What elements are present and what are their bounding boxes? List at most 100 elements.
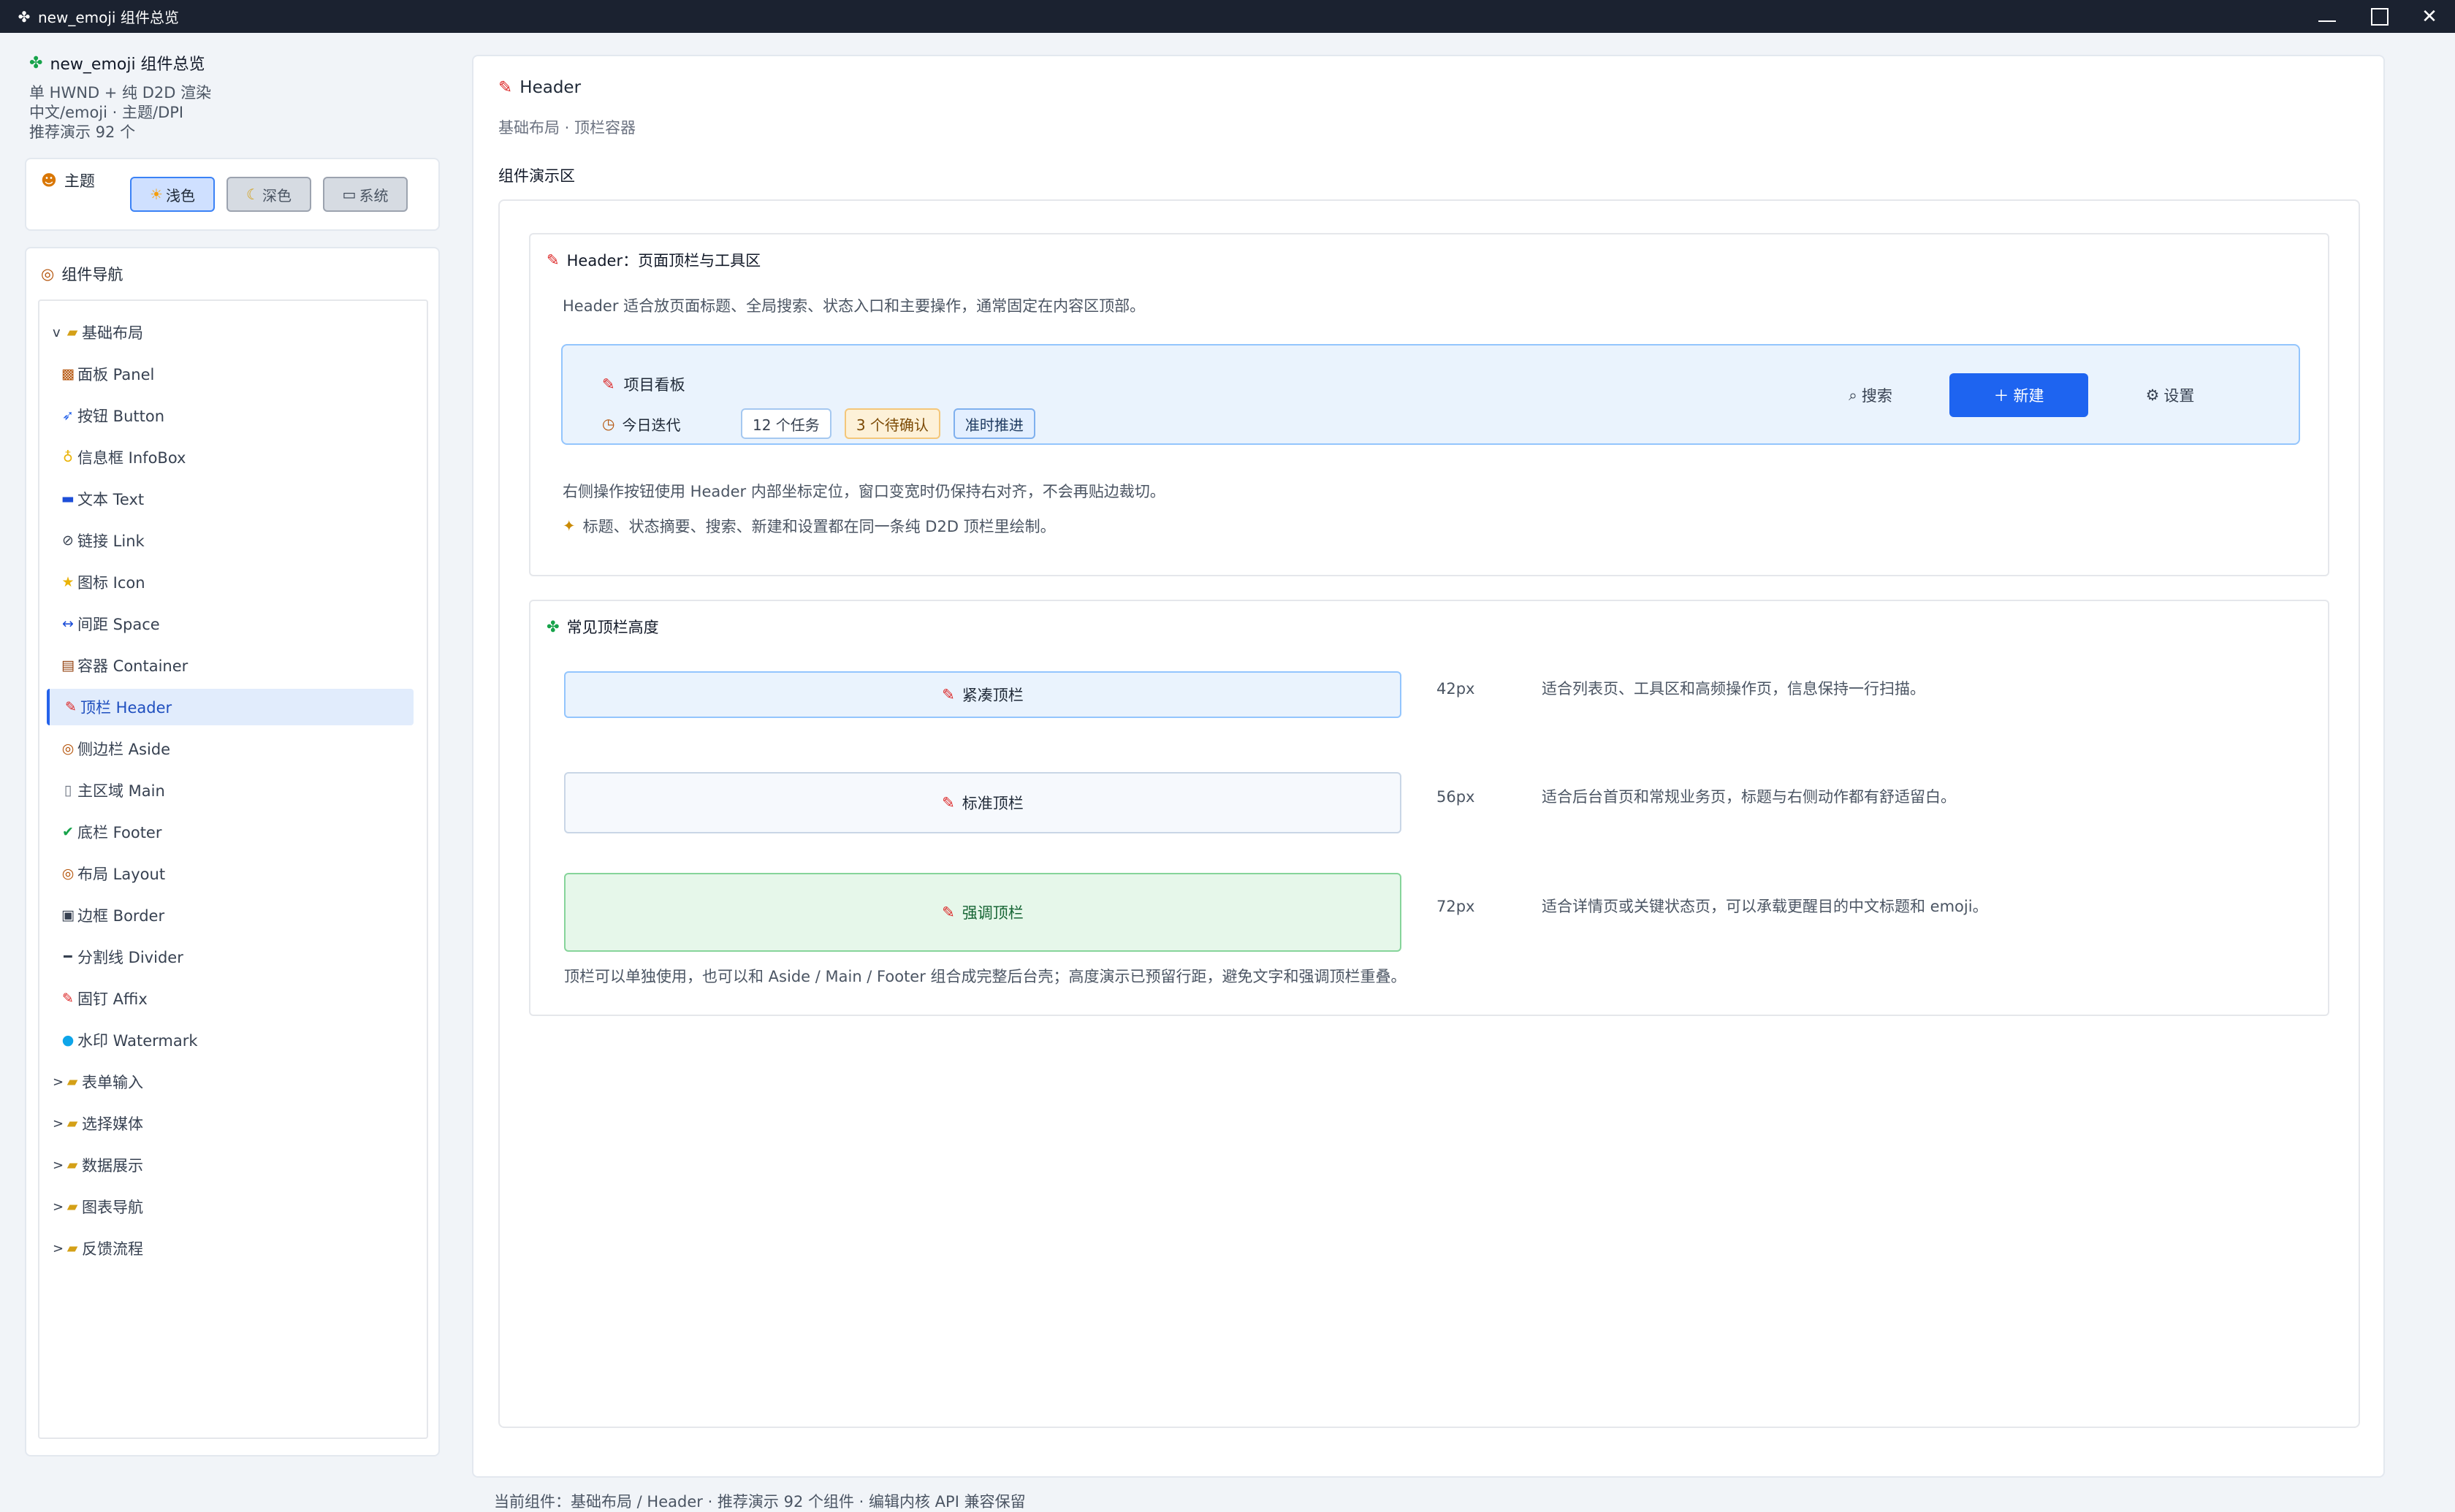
nav-item-watermark[interactable]: ● 水印 Watermark xyxy=(47,1022,414,1058)
window-title: new_emoji 组件总览 xyxy=(38,9,179,26)
maximize-button[interactable] xyxy=(2354,0,2405,33)
search-button[interactable]: ⌕ 搜索 xyxy=(1827,373,1914,417)
theme-light-button[interactable]: ☀ 浅色 xyxy=(130,177,215,212)
chevron-right-icon: > xyxy=(53,1157,64,1173)
theme-option-label: 系统 xyxy=(359,186,389,205)
nav-item-aside[interactable]: ◎ 侧边栏 Aside xyxy=(47,730,414,767)
text-icon: ▬ xyxy=(61,491,75,507)
nav-item-text[interactable]: ▬ 文本 Text xyxy=(47,481,414,517)
section-description: Header 适合放页面标题、全局搜索、状态入口和主要操作，通常固定在内容区顶部… xyxy=(563,297,1146,315)
puzzle-icon: ✤ xyxy=(547,618,560,635)
status-badge: 3 个待确认 xyxy=(844,408,940,439)
folder-icon: ▰ xyxy=(66,1157,78,1173)
header-section: ✎ Header：页面顶栏与工具区 Header 适合放页面标题、全局搜索、状态… xyxy=(529,233,2329,576)
nav-item-label: 反馈流程 xyxy=(82,1240,143,1258)
nav-item-link[interactable]: ⊘ 链接 Link xyxy=(47,522,414,559)
nav-group-form-input[interactable]: > ▰ 表单输入 xyxy=(47,1064,414,1100)
laptop-icon: ▭ xyxy=(342,186,357,203)
folder-icon: ▰ xyxy=(66,1240,78,1256)
nav-item-container[interactable]: ▤ 容器 Container xyxy=(47,647,414,684)
nav-item-space[interactable]: ↔ 间距 Space xyxy=(47,606,414,642)
nav-item-header[interactable]: ✎ 顶栏 Header xyxy=(47,689,414,725)
nav-group-basic-layout[interactable]: v ▰ 基础布局 xyxy=(47,314,414,351)
nav-item-label: 布局 Layout xyxy=(77,866,166,883)
demo-area: ✎ Header：页面顶栏与工具区 Header 适合放页面标题、全局搜索、状态… xyxy=(498,199,2360,1428)
chevron-right-icon: > xyxy=(53,1240,64,1256)
nav-item-divider[interactable]: ━ 分割线 Divider xyxy=(47,939,414,975)
nav-item-label: 水印 Watermark xyxy=(77,1032,198,1050)
nav-group-chart-nav[interactable]: > ▰ 图表导航 xyxy=(47,1188,414,1225)
nav-item-label: 固钉 Affix xyxy=(77,990,148,1008)
emphasis-header-sample: ✎ 强调顶栏 xyxy=(564,873,1401,952)
demo-header-bar: ✎ 项目看板 ◷ 今日迭代 12 个任务 3 个待确认 准时推进 ⌕ 搜索 ＋ … xyxy=(561,344,2300,445)
compass-icon: ◎ xyxy=(61,866,75,882)
drop-icon: ● xyxy=(61,1032,75,1048)
nav-item-footer[interactable]: ✔ 底栏 Footer xyxy=(47,814,414,850)
nav-item-label: 容器 Container xyxy=(77,657,189,675)
pin-icon: ✎ xyxy=(547,251,560,269)
nav-item-label: 按钮 Button xyxy=(77,408,165,425)
breadcrumb: 基础布局 · 顶栏容器 xyxy=(498,119,636,137)
settings-label: 设置 xyxy=(2163,387,2195,405)
nav-item-main[interactable]: ▯ 主区域 Main xyxy=(47,772,414,809)
pin-icon: ✎ xyxy=(62,990,74,1007)
nav-group-select-media[interactable]: > ▰ 选择媒体 xyxy=(47,1105,414,1142)
border-icon: ▣ xyxy=(61,907,75,923)
app-desc-line: 推荐演示 92 个 xyxy=(29,123,136,141)
nav-item-label: 基础布局 xyxy=(82,324,143,342)
page-icon: ▯ xyxy=(64,782,72,798)
theme-panel: ☻ 主题 ☀ 浅色 ☾ 深色 ▭ 系统 xyxy=(25,158,440,231)
panel-icon: ▩ xyxy=(61,366,75,382)
palette-icon: ☻ xyxy=(41,172,57,189)
space-icon: ↔ xyxy=(62,616,74,632)
pin-icon: ✎ xyxy=(602,375,615,393)
settings-button[interactable]: ⚙ 设置 xyxy=(2126,373,2214,417)
chevron-right-icon: > xyxy=(53,1074,64,1090)
nav-item-infobox[interactable]: ♁ 信息框 InfoBox xyxy=(47,439,414,476)
chevron-down-icon: v xyxy=(53,324,61,340)
close-button[interactable]: ✕ xyxy=(2404,0,2455,33)
pin-icon: ✎ xyxy=(65,699,77,715)
moon-icon: ☾ xyxy=(246,186,259,203)
clock-icon: ◷ xyxy=(602,415,615,432)
height-value: 56px xyxy=(1436,788,1475,806)
height-description: 适合详情页或关键状态页，可以承载更醒目的中文标题和 emoji。 xyxy=(1542,898,1988,915)
nav-item-layout[interactable]: ◎ 布局 Layout xyxy=(47,855,414,892)
theme-dark-button[interactable]: ☾ 深色 xyxy=(227,177,311,212)
nav-item-icon[interactable]: ★ 图标 Icon xyxy=(47,564,414,600)
minimize-button[interactable] xyxy=(2302,0,2353,33)
nav-item-border[interactable]: ▣ 边框 Border xyxy=(47,897,414,933)
nav-item-label: 图标 Icon xyxy=(77,574,145,592)
sample-label: 强调顶栏 xyxy=(962,904,1024,922)
standard-header-sample: ✎ 标准顶栏 xyxy=(564,772,1401,833)
demo-area-label: 组件演示区 xyxy=(498,167,575,185)
theme-system-button[interactable]: ▭ 系统 xyxy=(323,177,408,212)
button-icon: ➶ xyxy=(62,408,74,424)
nav-item-button[interactable]: ➶ 按钮 Button xyxy=(47,397,414,434)
sun-icon: ☀ xyxy=(150,186,163,203)
demo-header-title: 项目看板 xyxy=(623,376,685,394)
nav-item-label: 侧边栏 Aside xyxy=(77,741,171,758)
chevron-right-icon: > xyxy=(53,1115,64,1131)
nav-item-label: 表单输入 xyxy=(82,1074,143,1091)
nav-group-data-display[interactable]: > ▰ 数据展示 xyxy=(47,1147,414,1183)
sample-label: 紧凑顶栏 xyxy=(962,687,1024,704)
nav-tree[interactable]: v ▰ 基础布局 ▩ 面板 Panel ➶ 按钮 Button ♁ 信息框 In… xyxy=(38,299,428,1439)
nav-group-feedback[interactable]: > ▰ 反馈流程 xyxy=(47,1230,414,1267)
divider-icon: ━ xyxy=(64,949,72,965)
nav-item-label: 边框 Border xyxy=(77,907,165,925)
section-title: 常见顶栏高度 xyxy=(566,619,659,636)
nav-item-label: 间距 Space xyxy=(77,616,160,633)
section-title: Header：页面顶栏与工具区 xyxy=(566,252,761,270)
component-nav: ◎ 组件导航 v ▰ 基础布局 ▩ 面板 Panel ➶ 按钮 Button ♁… xyxy=(25,247,440,1456)
app-name: new_emoji 组件总览 xyxy=(50,56,205,74)
page-title: Header xyxy=(519,78,582,97)
nav-item-panel[interactable]: ▩ 面板 Panel xyxy=(47,356,414,392)
pin-icon: ✎ xyxy=(942,794,955,812)
app-desc-line: 单 HWND + 纯 D2D 渲染 xyxy=(29,84,212,102)
theme-label: 主题 xyxy=(64,172,95,190)
nav-item-affix[interactable]: ✎ 固钉 Affix xyxy=(47,980,414,1017)
app-desc-line: 中文/emoji · 主题/DPI xyxy=(29,104,184,121)
new-button[interactable]: ＋ 新建 xyxy=(1949,373,2088,417)
container-icon: ▤ xyxy=(61,657,75,673)
